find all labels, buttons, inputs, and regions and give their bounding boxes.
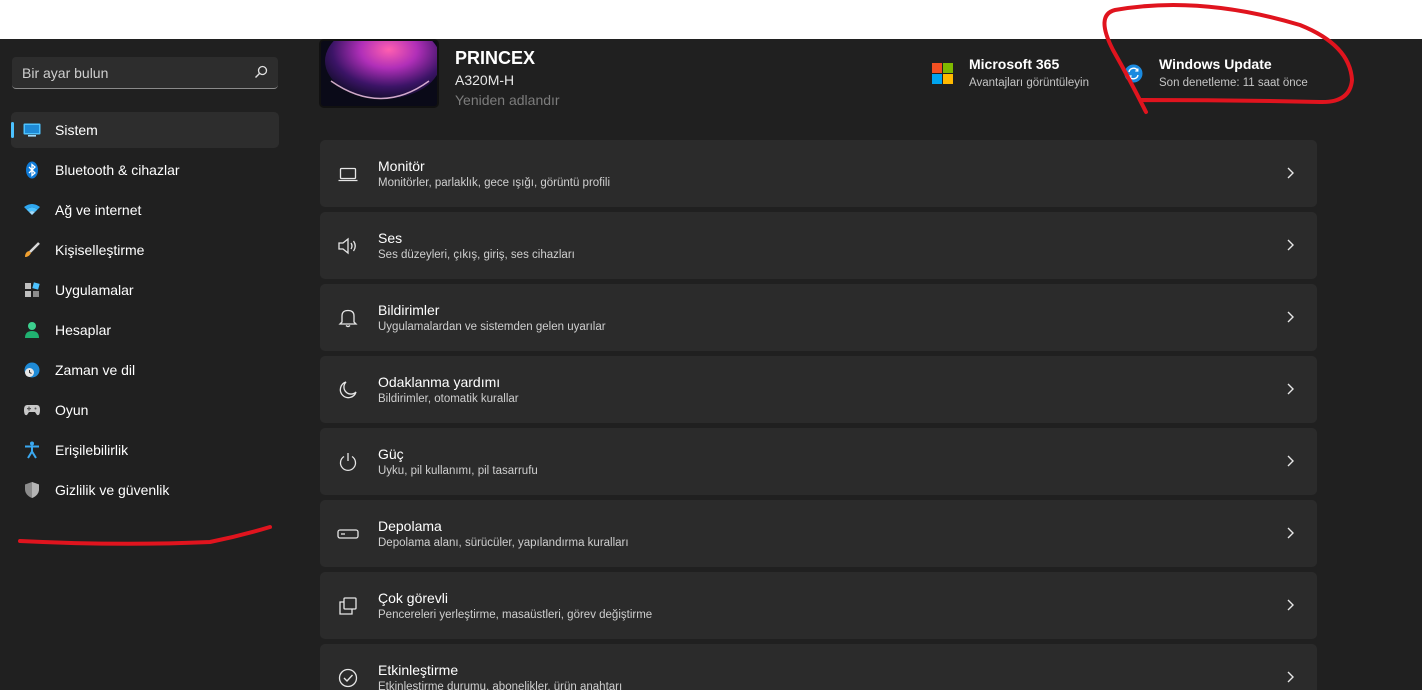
sidebar-item-label: Gizlilik ve güvenlik — [55, 482, 170, 498]
accessibility-icon — [22, 440, 42, 460]
settings-row-subtitle: Bildirimler, otomatik kurallar — [378, 393, 519, 405]
drive-icon — [336, 522, 360, 546]
settings-row-subtitle: Uygulamalardan ve sistemden gelen uyarıl… — [378, 321, 606, 333]
sidebar-item-network[interactable]: Ağ ve internet — [11, 192, 279, 228]
settings-row-power[interactable]: Güç Uyku, pil kullanımı, pil tasarrufu — [320, 428, 1317, 495]
device-model: A320M-H — [455, 72, 515, 88]
gamepad-icon — [22, 400, 42, 420]
settings-row-subtitle: Uyku, pil kullanımı, pil tasarrufu — [378, 465, 538, 477]
windows-update-subtitle: Son denetleme: 11 saat önce — [1159, 77, 1308, 89]
sidebar-item-gaming[interactable]: Oyun — [11, 392, 279, 428]
sidebar-item-label: Hesaplar — [55, 322, 112, 338]
settings-row-monitor[interactable]: Monitör Monitörler, parlaklık, gece ışığ… — [320, 140, 1317, 207]
chevron-right-icon — [1283, 454, 1297, 468]
sidebar-nav: Sistem Bluetooth & cihazlar Ağ ve intern… — [11, 112, 279, 512]
rename-link[interactable]: Yeniden adlandır — [455, 92, 560, 108]
sidebar-item-accessibility[interactable]: Erişilebilirlik — [11, 432, 279, 468]
settings-row-focus-assist[interactable]: Odaklanma yardımı Bildirimler, otomatik … — [320, 356, 1317, 423]
settings-row-title: Bildirimler — [378, 302, 440, 318]
microsoft-logo-icon — [932, 63, 953, 89]
bluetooth-icon — [22, 160, 42, 180]
settings-row-title: Monitör — [378, 158, 425, 174]
speaker-icon — [336, 234, 360, 258]
settings-row-subtitle: Monitörler, parlaklık, gece ışığı, görün… — [378, 177, 611, 189]
person-icon — [22, 320, 42, 340]
sidebar-item-accounts[interactable]: Hesaplar — [11, 312, 279, 348]
settings-window: Sistem Bluetooth & cihazlar Ağ ve intern… — [0, 39, 1422, 690]
wifi-icon — [22, 200, 42, 220]
multitask-icon — [336, 594, 360, 618]
moon-icon — [336, 378, 360, 402]
windows-update-title: Windows Update — [1159, 56, 1272, 72]
search-icon[interactable] — [254, 65, 268, 84]
sidebar-item-label: Zaman ve dil — [55, 362, 136, 378]
settings-row-subtitle: Ses düzeyleri, çıkış, giriş, ses cihazla… — [378, 249, 575, 261]
bell-icon — [336, 306, 360, 330]
shield-icon — [22, 480, 42, 500]
settings-row-title: Odaklanma yardımı — [378, 374, 501, 390]
settings-row-activation[interactable]: Etkinleştirme Etkinleştirme durumu, abon… — [320, 644, 1317, 690]
settings-row-title: Güç — [378, 446, 404, 462]
sidebar-item-time-language[interactable]: Zaman ve dil — [11, 352, 279, 388]
sidebar-item-bluetooth[interactable]: Bluetooth & cihazlar — [11, 152, 279, 188]
device-wallpaper-thumbnail — [319, 39, 439, 108]
settings-row-multitasking[interactable]: Çok görevli Pencereleri yerleştirme, mas… — [320, 572, 1317, 639]
settings-row-storage[interactable]: Depolama Depolama alanı, sürücüler, yapı… — [320, 500, 1317, 567]
display-icon — [336, 162, 360, 186]
sidebar-item-label: Erişilebilirlik — [55, 442, 129, 458]
sidebar-item-label: Bluetooth & cihazlar — [55, 162, 180, 178]
settings-row-subtitle: Etkinleştirme durumu, abonelikler, ürün … — [378, 681, 623, 690]
sidebar-item-sistem[interactable]: Sistem — [11, 112, 279, 148]
sidebar-item-label: Sistem — [55, 122, 98, 138]
settings-row-title: Depolama — [378, 518, 442, 534]
check-circle-icon — [336, 666, 360, 690]
settings-row-title: Etkinleştirme — [378, 662, 459, 678]
brush-icon — [22, 240, 42, 260]
settings-row-title: Çok görevli — [378, 590, 449, 606]
sidebar-item-label: Oyun — [55, 402, 89, 418]
sidebar-item-label: Uygulamalar — [55, 282, 134, 298]
settings-search-box[interactable] — [12, 57, 278, 89]
settings-row-sound[interactable]: Ses Ses düzeyleri, çıkış, giriş, ses cih… — [320, 212, 1317, 279]
windows-update-icon — [1124, 64, 1143, 88]
globe-clock-icon — [22, 360, 42, 380]
power-icon — [336, 450, 360, 474]
sidebar-item-label: Ağ ve internet — [55, 202, 142, 218]
sidebar-item-privacy-security[interactable]: Gizlilik ve güvenlik — [11, 472, 279, 508]
sidebar-item-label: Kişiselleştirme — [55, 242, 145, 258]
chevron-right-icon — [1283, 598, 1297, 612]
chevron-right-icon — [1283, 238, 1297, 252]
sidebar-item-apps[interactable]: Uygulamalar — [11, 272, 279, 308]
settings-row-notifications[interactable]: Bildirimler Uygulamalardan ve sistemden … — [320, 284, 1317, 351]
settings-row-title: Ses — [378, 230, 403, 246]
chevron-right-icon — [1283, 382, 1297, 396]
microsoft-365-subtitle: Avantajları görüntüleyin — [969, 77, 1089, 89]
monitor-icon — [22, 120, 42, 140]
settings-row-subtitle: Depolama alanı, sürücüler, yapılandırma … — [378, 537, 629, 549]
chevron-right-icon — [1283, 670, 1297, 684]
settings-list: Monitör Monitörler, parlaklık, gece ışığ… — [320, 140, 1317, 690]
chevron-right-icon — [1283, 526, 1297, 540]
device-name: PRINCEX — [455, 48, 536, 68]
settings-row-subtitle: Pencereleri yerleştirme, masaüstleri, gö… — [378, 609, 653, 621]
chevron-right-icon — [1283, 166, 1297, 180]
search-input[interactable] — [12, 57, 254, 89]
sidebar-item-personalization[interactable]: Kişiselleştirme — [11, 232, 279, 268]
microsoft-365-title: Microsoft 365 — [969, 56, 1060, 72]
apps-icon — [22, 280, 42, 300]
chevron-right-icon — [1283, 310, 1297, 324]
